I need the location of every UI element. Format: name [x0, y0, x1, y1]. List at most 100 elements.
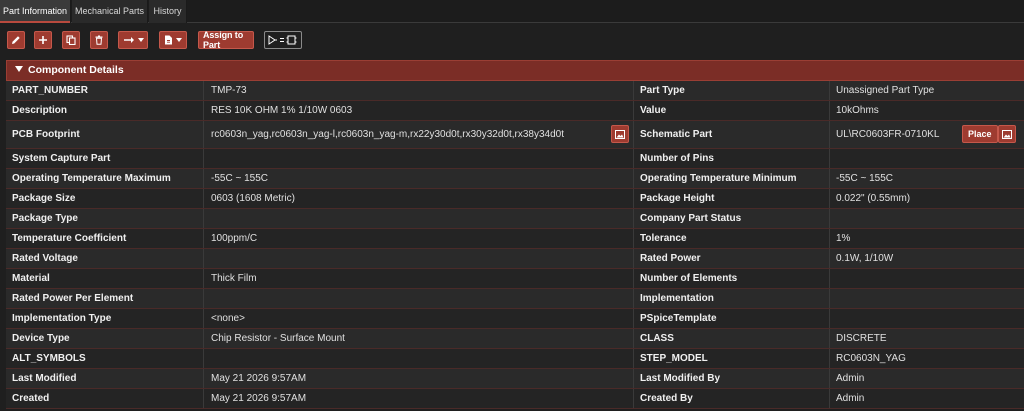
property-value: 1% — [836, 233, 851, 244]
property-value — [204, 149, 634, 168]
property-value — [830, 209, 1024, 228]
property-value: -55C ~ 155C — [836, 173, 893, 184]
property-label: Operating Temperature Maximum — [6, 169, 204, 188]
table-row: Package Size 0603 (1608 Metric) Package … — [6, 189, 1024, 209]
property-label: STEP_MODEL — [634, 349, 830, 368]
move-dropdown-button[interactable] — [118, 31, 148, 49]
assign-to-part-button[interactable]: Assign to Part — [198, 30, 254, 50]
property-label: Implementation Type — [6, 309, 204, 328]
schematic-preview-button[interactable] — [998, 125, 1016, 143]
property-value: RES 10K OHM 1% 1/10W 0603 — [204, 101, 634, 120]
property-label: PART_NUMBER — [6, 81, 204, 100]
property-label: PSpiceTemplate — [634, 309, 830, 328]
symbol-footprint-toggle-button[interactable] — [264, 31, 302, 49]
collapse-triangle-icon — [15, 66, 23, 72]
table-row: PCB Footprint rc0603n_yag,rc0603n_yag-l,… — [6, 121, 1024, 149]
property-value: Admin — [836, 373, 865, 384]
property-value — [204, 289, 634, 308]
table-row: Operating Temperature Maximum -55C ~ 155… — [6, 169, 1024, 189]
property-label: Temperature Coefficient — [6, 229, 204, 248]
add-button[interactable] — [34, 31, 52, 49]
table-row: Created May 21 2026 9:57AM Created By Ad… — [6, 389, 1024, 409]
property-value: 0603 (1608 Metric) — [204, 189, 634, 208]
table-row: Device Type Chip Resistor - Surface Moun… — [6, 329, 1024, 349]
property-value — [830, 149, 1024, 168]
property-label: Rated Voltage — [6, 249, 204, 268]
property-value: UL\RC0603FR-0710KL — [836, 129, 940, 140]
trash-icon — [95, 35, 103, 45]
copy-button[interactable] — [62, 31, 80, 49]
property-label: Tolerance — [634, 229, 830, 248]
plus-icon — [39, 36, 47, 44]
chevron-down-icon — [176, 38, 182, 42]
table-row: Description RES 10K OHM 1% 1/10W 0603 Va… — [6, 101, 1024, 121]
property-label: Created — [6, 389, 204, 408]
file-icon — [165, 35, 172, 45]
property-label: Package Height — [634, 189, 830, 208]
property-value: May 21 2026 9:57AM — [204, 369, 634, 388]
property-value: Chip Resistor - Surface Mount — [204, 329, 634, 348]
property-label: Package Type — [6, 209, 204, 228]
property-label: CLASS — [634, 329, 830, 348]
property-value — [204, 209, 634, 228]
property-value: 100ppm/C — [204, 229, 634, 248]
copy-icon — [66, 35, 76, 45]
table-row: Implementation Type <none> PSpiceTemplat… — [6, 309, 1024, 329]
table-row: Last Modified May 21 2026 9:57AM Last Mo… — [6, 369, 1024, 389]
property-label: Part Type — [634, 81, 830, 100]
property-value: DISCRETE — [836, 333, 887, 344]
property-value: TMP-73 — [204, 81, 634, 100]
image-icon — [615, 129, 625, 139]
property-label: Description — [6, 101, 204, 120]
property-label: Material — [6, 269, 204, 288]
property-value: RC0603N_YAG — [836, 353, 906, 364]
property-label: Company Part Status — [634, 209, 830, 228]
property-value: May 21 2026 9:57AM — [204, 389, 634, 408]
tab-part-information[interactable]: Part Information — [0, 0, 71, 23]
arrow-right-icon — [123, 37, 134, 43]
property-value: rc0603n_yag,rc0603n_yag-l,rc0603n_yag-m,… — [211, 129, 565, 140]
property-value: -55C ~ 155C — [204, 169, 634, 188]
property-label: Number of Elements — [634, 269, 830, 288]
property-label: Rated Power Per Element — [6, 289, 204, 308]
tab-history[interactable]: History — [149, 0, 187, 23]
footprint-preview-button[interactable] — [611, 125, 629, 143]
component-details-table: PART_NUMBER TMP-73 Part Type Unassigned … — [6, 81, 1024, 409]
property-value: Thick Film — [204, 269, 634, 288]
table-row: Temperature Coefficient 100ppm/C Toleran… — [6, 229, 1024, 249]
property-label: Created By — [634, 389, 830, 408]
property-label: Package Size — [6, 189, 204, 208]
pcb-footprint-value: rc0603n_yag,rc0603n_yag-l,rc0603n_yag-m,… — [204, 121, 634, 148]
property-label: Number of Pins — [634, 149, 830, 168]
property-value — [830, 289, 1024, 308]
edit-button[interactable] — [7, 31, 25, 49]
table-row: ALT_SYMBOLS STEP_MODEL RC0603N_YAG — [6, 349, 1024, 369]
property-value — [204, 249, 634, 268]
tab-mechanical-parts[interactable]: Mechanical Parts — [72, 0, 148, 23]
chevron-down-icon — [137, 38, 144, 42]
panel-title: Component Details — [28, 64, 124, 76]
property-value: 0.1W, 1/10W — [836, 253, 894, 264]
property-label: ALT_SYMBOLS — [6, 349, 204, 368]
place-button[interactable]: Place — [962, 125, 998, 143]
property-value: Unassigned Part Type — [836, 85, 935, 96]
property-label: Schematic Part — [634, 121, 830, 148]
tab-bar: Part Information Mechanical Parts Histor… — [0, 0, 1024, 23]
component-details-header[interactable]: Component Details — [6, 60, 1024, 81]
export-dropdown-button[interactable] — [159, 31, 187, 49]
symbol-equals-footprint-icon — [268, 35, 297, 45]
table-row: Package Type Company Part Status — [6, 209, 1024, 229]
table-row: Rated Power Per Element Implementation — [6, 289, 1024, 309]
table-row: System Capture Part Number of Pins — [6, 149, 1024, 169]
pencil-icon — [12, 36, 20, 44]
delete-button[interactable] — [90, 31, 108, 49]
property-label: Value — [634, 101, 830, 120]
property-value — [830, 309, 1024, 328]
property-value: Admin — [836, 393, 865, 404]
property-value: <none> — [204, 309, 634, 328]
property-label: Last Modified — [6, 369, 204, 388]
property-value: 10kOhms — [836, 105, 879, 116]
property-label: PCB Footprint — [6, 121, 204, 148]
table-row: Rated Voltage Rated Power 0.1W, 1/10W — [6, 249, 1024, 269]
property-label: System Capture Part — [6, 149, 204, 168]
